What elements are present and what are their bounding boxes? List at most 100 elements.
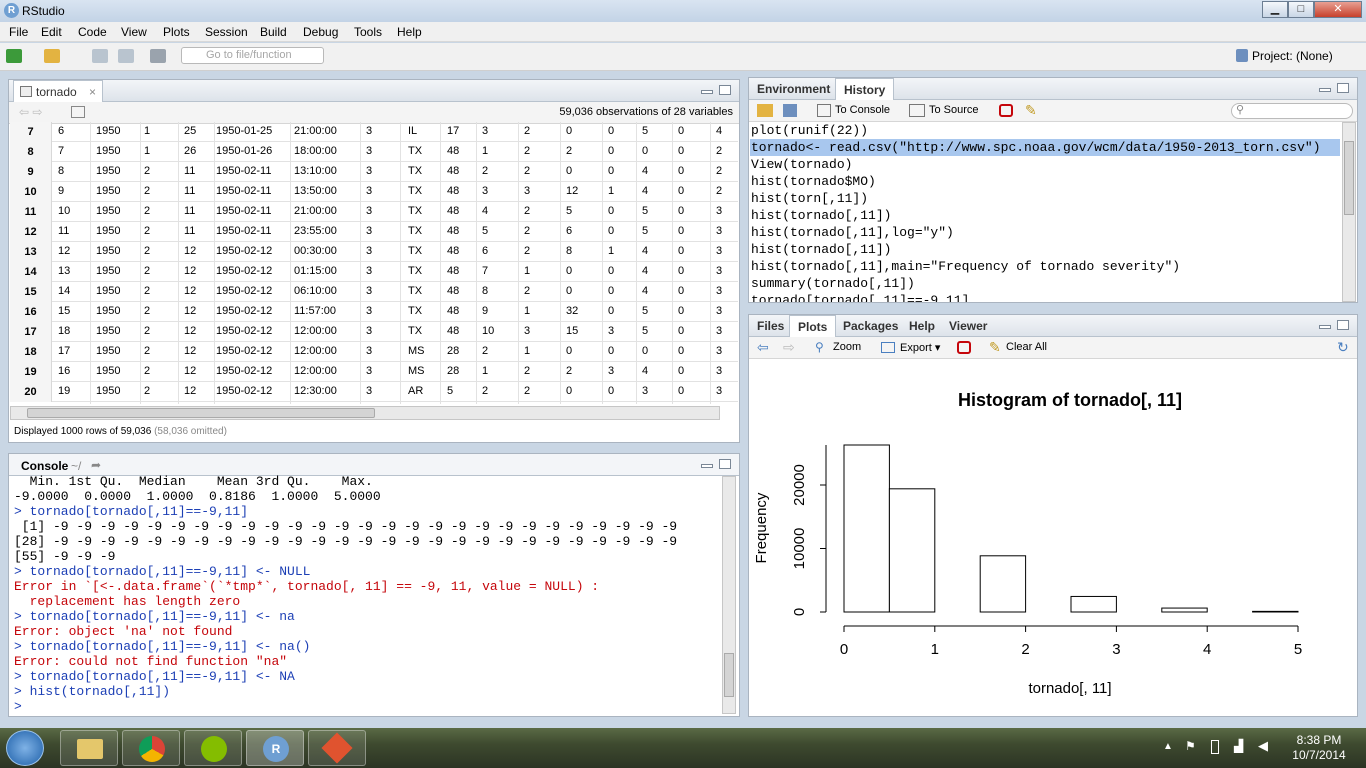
load-history-icon[interactable] — [757, 104, 773, 117]
minimize-console-icon[interactable] — [701, 464, 713, 468]
history-entry[interactable]: hist(tornado[,11],log="y") — [750, 224, 1340, 241]
column-divider — [360, 122, 361, 404]
minimize-plots-icon[interactable] — [1319, 325, 1331, 329]
table-cell: 28 — [447, 365, 460, 377]
horizontal-scrollbar[interactable] — [10, 406, 720, 420]
chrome-taskbar-button[interactable] — [122, 730, 180, 766]
project-menu[interactable]: Project: (None) — [1252, 49, 1333, 63]
history-entry[interactable]: hist(tornado$MO) — [750, 173, 1340, 190]
clear-all-button[interactable]: Clear All — [1006, 341, 1047, 353]
history-entry[interactable]: summary(tornado[,11]) — [750, 275, 1340, 292]
zoom-button[interactable]: Zoom — [833, 341, 861, 353]
to-console-button[interactable]: To Console — [835, 104, 890, 116]
table-cell: 1 — [482, 365, 489, 377]
tab-tornado[interactable]: tornado × — [13, 80, 103, 102]
menu-view[interactable]: View — [121, 25, 147, 39]
tab-packages[interactable]: Packages — [835, 315, 906, 337]
maximize-button[interactable]: □ — [1288, 1, 1314, 18]
broom-icon[interactable]: ✎ — [1025, 102, 1037, 119]
history-entry[interactable]: View(tornado) — [750, 156, 1340, 173]
table-row: 10 9 1950 2 11 1950-02-11 13:50:00 3 TX 48 3 3 12 1 4 0… — [10, 182, 738, 202]
table-cell: 0 — [678, 125, 685, 137]
minimize-history-icon[interactable] — [1319, 88, 1331, 92]
minimize-button[interactable]: ▁ — [1262, 1, 1288, 18]
history-entry[interactable]: tornado<- read.csv("http://www.spc.noaa.… — [750, 139, 1340, 156]
history-search-input[interactable]: ⚲ — [1231, 103, 1353, 119]
history-entry[interactable]: hist(tornado[,11]) — [750, 241, 1340, 258]
console-scrollbar-thumb[interactable] — [724, 653, 734, 697]
menu-session[interactable]: Session — [205, 25, 248, 39]
table-cell: 1950-02-12 — [216, 345, 273, 357]
previous-plot-icon[interactable]: ⇦ — [757, 339, 769, 356]
battery-icon[interactable] — [1211, 740, 1219, 754]
save-icon[interactable] — [92, 49, 108, 63]
git-taskbar-button[interactable] — [308, 730, 366, 766]
menu-file[interactable]: File — [9, 25, 28, 39]
row-number: 10 — [10, 182, 52, 202]
open-file-icon[interactable] — [44, 49, 60, 63]
remove-entry-icon[interactable] — [999, 104, 1013, 117]
network-icon[interactable]: ▟ — [1234, 739, 1243, 753]
tab-help[interactable]: Help — [901, 315, 943, 337]
console-prompt[interactable]: > — [14, 699, 714, 714]
history-scrollbar[interactable] — [1342, 122, 1356, 302]
maximize-history-icon[interactable] — [1337, 83, 1349, 93]
maximize-console-icon[interactable] — [719, 459, 731, 469]
action-center-icon[interactable]: ⚑ — [1185, 739, 1196, 753]
row-number: 9 — [10, 162, 52, 182]
tab-viewer[interactable]: Viewer — [941, 315, 995, 337]
close-button[interactable]: ✕ — [1314, 1, 1362, 18]
show-hidden-icons-icon[interactable]: ▲ — [1163, 741, 1173, 752]
menu-tools[interactable]: Tools — [354, 25, 382, 39]
start-button[interactable] — [6, 730, 44, 766]
menu-help[interactable]: Help — [397, 25, 422, 39]
maximize-plots-icon[interactable] — [1337, 320, 1349, 330]
print-icon[interactable] — [150, 49, 166, 63]
goto-dir-icon[interactable]: ➦ — [91, 458, 101, 472]
history-entry[interactable]: hist(tornado[,11]) — [750, 207, 1340, 224]
clock[interactable]: 8:38 PM 10/7/2014 — [1284, 733, 1354, 763]
new-file-icon[interactable] — [6, 49, 22, 63]
tab-environment[interactable]: Environment — [749, 78, 838, 100]
to-source-button[interactable]: To Source — [929, 104, 979, 116]
console-output[interactable]: Min. 1st Qu. Median Mean 3rd Qu. Max. -9… — [14, 474, 714, 714]
refresh-icon[interactable]: ↻ — [1337, 339, 1349, 356]
menu-edit[interactable]: Edit — [41, 25, 62, 39]
next-plot-icon[interactable]: ⇨ — [783, 339, 795, 356]
history-entry[interactable]: tornado[tornado[,11]==-9,11] — [750, 292, 1340, 302]
filter-icon[interactable] — [71, 106, 85, 118]
table-cell: 4 — [642, 265, 649, 277]
history-entry[interactable]: plot(runif(22)) — [750, 122, 1340, 139]
column-divider — [178, 122, 179, 404]
save-all-icon[interactable] — [118, 49, 134, 63]
remove-plot-icon[interactable] — [957, 341, 971, 354]
tab-files[interactable]: Files — [749, 315, 792, 337]
back-arrow-icon[interactable]: ⇦ ⇨ — [19, 105, 42, 119]
table-cell: 2 — [716, 165, 723, 177]
history-entry[interactable]: hist(tornado[,11],main="Frequency of tor… — [750, 258, 1340, 275]
minimize-pane-icon[interactable] — [701, 90, 713, 94]
rstudio-taskbar-button[interactable]: R — [246, 730, 304, 766]
menu-code[interactable]: Code — [78, 25, 107, 39]
zoom-icon: ⚲ — [815, 340, 824, 354]
save-history-icon[interactable] — [783, 104, 797, 117]
table-cell: 19 — [58, 385, 71, 397]
tab-plots[interactable]: Plots — [789, 315, 837, 337]
goto-file-input[interactable]: Go to file/function — [181, 47, 324, 64]
maximize-pane-icon[interactable] — [719, 85, 731, 95]
table-cell: 1950 — [96, 185, 121, 197]
menu-plots[interactable]: Plots — [163, 25, 190, 39]
console-scrollbar[interactable] — [722, 476, 736, 714]
export-menu[interactable]: Export ▾ — [900, 341, 940, 354]
menu-debug[interactable]: Debug — [303, 25, 338, 39]
spotify-taskbar-button[interactable] — [184, 730, 242, 766]
menu-build[interactable]: Build — [260, 25, 287, 39]
explorer-taskbar-button[interactable] — [60, 730, 118, 766]
close-tab-icon[interactable]: × — [89, 81, 96, 103]
tab-history[interactable]: History — [835, 78, 895, 100]
history-scrollbar-thumb[interactable] — [1344, 141, 1354, 215]
scrollbar-thumb[interactable] — [27, 408, 375, 418]
volume-muted-icon[interactable]: ◀ — [1258, 738, 1268, 754]
history-entry[interactable]: hist(torn[,11]) — [750, 190, 1340, 207]
history-list[interactable]: plot(runif(22)) tornado<- read.csv("http:… — [750, 122, 1340, 302]
